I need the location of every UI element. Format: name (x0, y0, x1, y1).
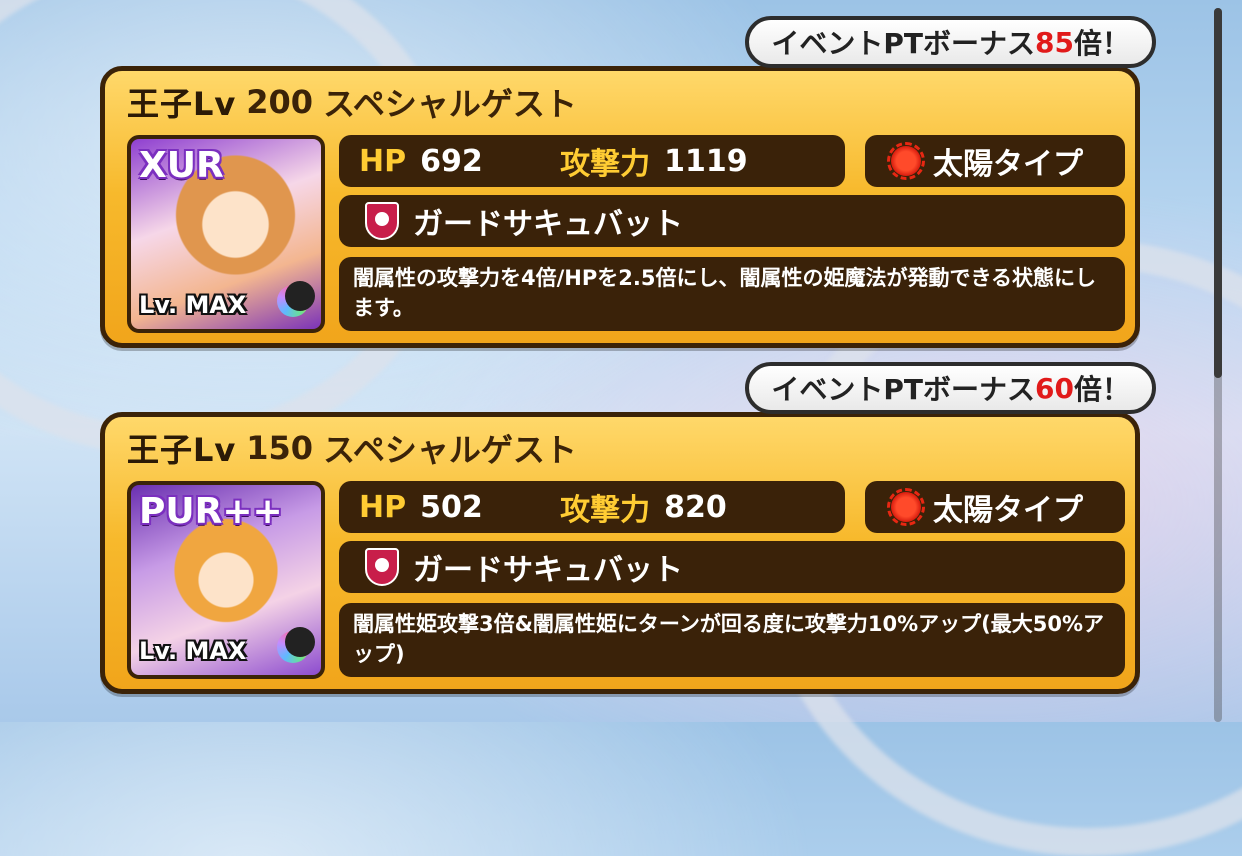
bonus-suffix: 倍！ (1073, 27, 1130, 60)
sun-type-icon (887, 142, 925, 180)
hp-label: HP (359, 143, 407, 179)
character-portrait[interactable]: XUR Lv. MAX (127, 135, 325, 333)
attack-label: 攻撃力 (560, 147, 651, 182)
level-max-badge: Lv. MAX (139, 291, 247, 319)
guest-panel: 王子Lv 150 スペシャルゲスト PUR++ Lv. MAX HP 502 攻… (100, 412, 1140, 694)
attack-value: 1119 (664, 143, 748, 179)
skill-description: 闇属性の攻撃力を4倍/HPを2.5倍にし、闇属性の姫魔法が発動できる状態にします… (339, 257, 1125, 331)
hp-value: 692 (420, 143, 483, 179)
guest-panel: 王子Lv 200 スペシャルゲスト XUR Lv. MAX HP 692 攻撃力… (100, 66, 1140, 348)
bonus-multiplier: 85 (1035, 25, 1074, 59)
scrollbar-thumb[interactable] (1214, 8, 1222, 378)
sun-type-icon (887, 488, 925, 526)
stats-bar: HP 692 攻撃力 1119 (339, 135, 845, 187)
attack-label: 攻撃力 (560, 493, 651, 528)
bonus-suffix: 倍！ (1073, 373, 1130, 406)
bonus-multiplier: 60 (1035, 371, 1074, 405)
stats-bar: HP 502 攻撃力 820 (339, 481, 845, 533)
type-label: 太陽タイプ (933, 493, 1083, 528)
bonus-prefix: イベントPTボーナス (771, 27, 1036, 60)
skill-bar: ガードサキュバット (339, 541, 1125, 593)
special-guest-label: スペシャルゲスト (323, 431, 577, 469)
character-portrait[interactable]: PUR++ Lv. MAX (127, 481, 325, 679)
bonus-prefix: イベントPTボーナス (771, 373, 1036, 406)
skill-description: 闇属性姫攻撃3倍&闇属性姫にターンが回る度に攻撃力10%アップ(最大50%アップ… (339, 603, 1125, 677)
prince-level-value: 200 (246, 83, 314, 121)
prince-level-label: 王子Lv (127, 431, 237, 469)
card-title: 王子Lv 150 スペシャルゲスト (127, 425, 577, 471)
special-guest-label: スペシャルゲスト (323, 85, 577, 123)
event-bonus-badge: イベントPTボーナス 60 倍！ (745, 362, 1156, 414)
skill-bar: ガードサキュバット (339, 195, 1125, 247)
type-bar: 太陽タイプ (865, 481, 1125, 533)
guard-skill-icon (365, 202, 399, 240)
attack-value: 820 (664, 489, 727, 525)
prince-level-label: 王子Lv (127, 85, 237, 123)
rarity-badge: XUR (139, 145, 224, 186)
event-bonus-badge: イベントPTボーナス 85 倍！ (745, 16, 1156, 68)
guard-skill-icon (365, 548, 399, 586)
prince-level-value: 150 (246, 429, 314, 467)
skill-name: ガードサキュバット (413, 553, 683, 588)
rarity-badge: PUR++ (139, 491, 283, 532)
card-title: 王子Lv 200 スペシャルゲスト (127, 79, 577, 125)
skill-name: ガードサキュバット (413, 207, 683, 242)
type-label: 太陽タイプ (933, 147, 1083, 182)
hp-value: 502 (420, 489, 483, 525)
type-bar: 太陽タイプ (865, 135, 1125, 187)
level-max-badge: Lv. MAX (139, 637, 247, 665)
hp-label: HP (359, 489, 407, 525)
